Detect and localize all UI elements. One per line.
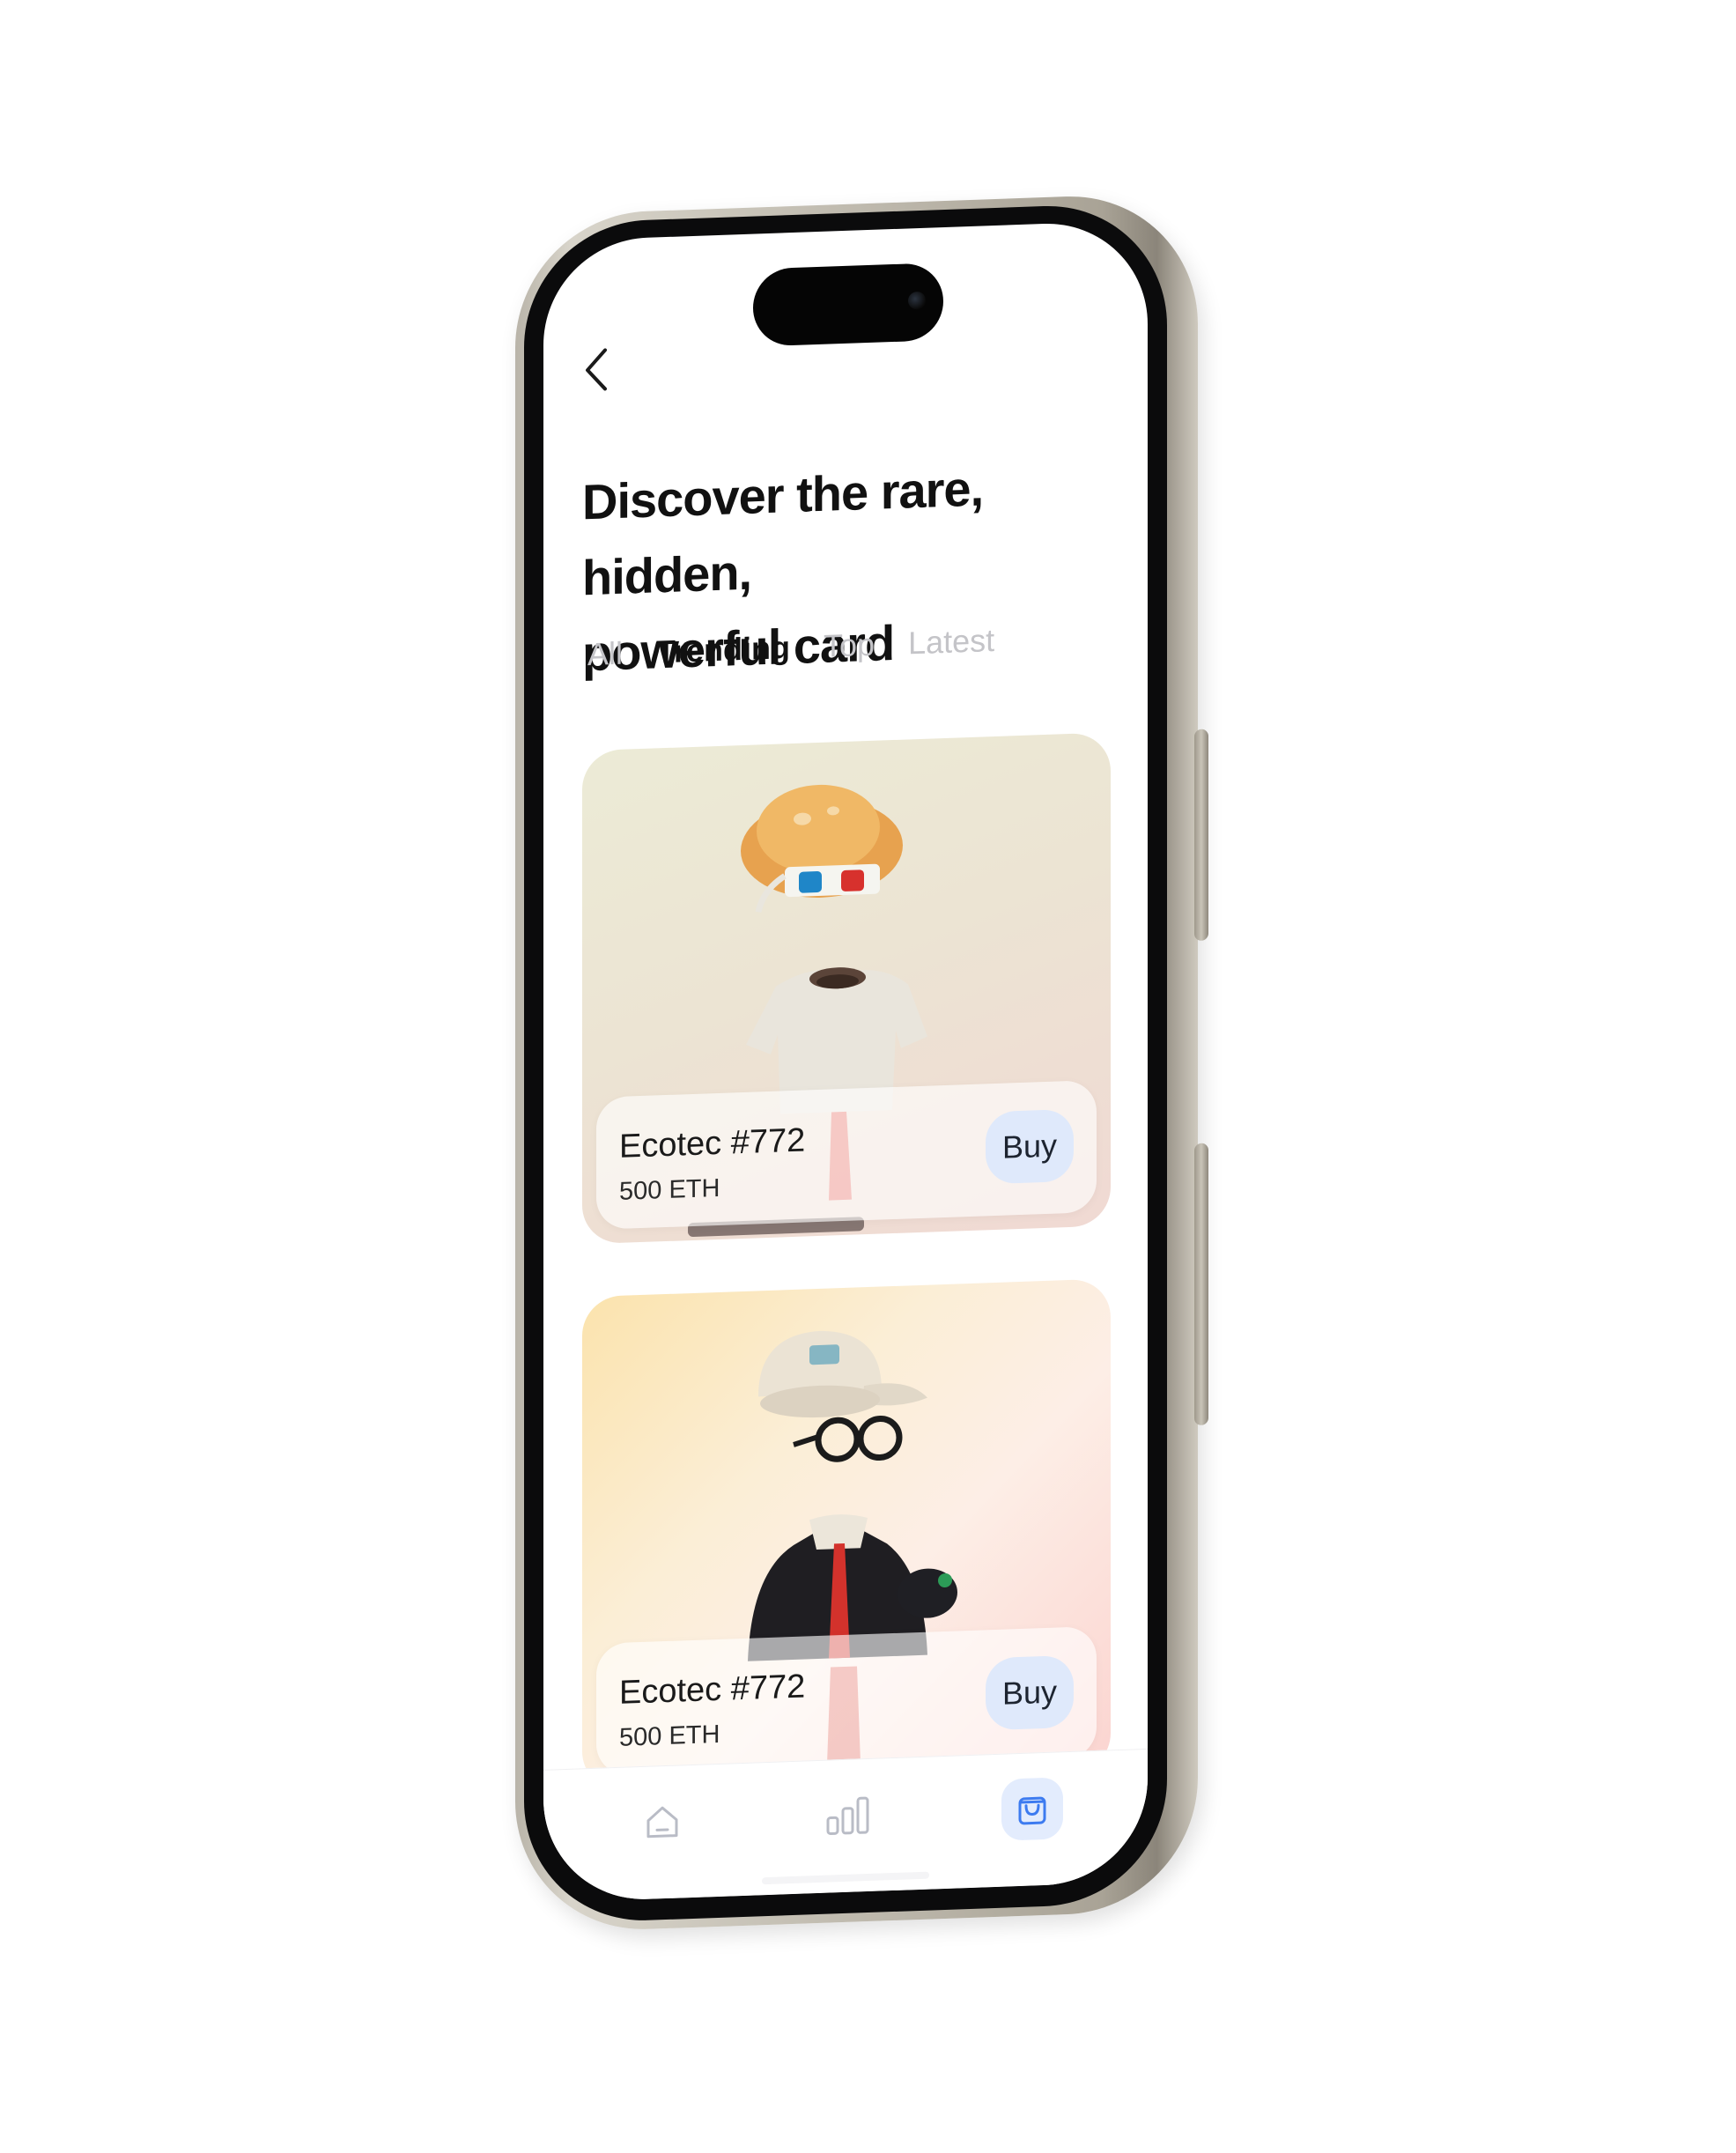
dynamic-island — [753, 263, 943, 347]
shopping-bag-icon — [1018, 1796, 1046, 1825]
bottom-tab-bar — [543, 1748, 1148, 1903]
nft-card[interactable]: Ecotec #772 500 ETH Buy — [582, 1278, 1111, 1791]
home-indicator — [762, 1871, 929, 1885]
back-button[interactable] — [579, 343, 614, 396]
buy-button[interactable]: Buy — [986, 1654, 1074, 1731]
buy-button[interactable]: Buy — [986, 1108, 1074, 1185]
nft-card[interactable]: Ecotec #772 500 ETH Buy — [582, 732, 1111, 1245]
tab-stats[interactable] — [815, 1784, 876, 1847]
side-button — [1194, 729, 1208, 942]
tab-trending[interactable]: Trending — [656, 629, 790, 670]
item-price: 500 ETH — [619, 1720, 720, 1752]
card-info-bar: Ecotec #772 500 ETH Buy — [596, 1079, 1097, 1230]
chevron-left-icon — [586, 348, 607, 391]
product-mockup-stage: Discover the rare, hidden, powerful card… — [0, 0, 1736, 2153]
phone-screen: Discover the rare, hidden, powerful card… — [543, 219, 1148, 1903]
item-name: Ecotec #772 — [619, 1121, 806, 1165]
page-title-line-1: Discover the rare, hidden, — [582, 460, 984, 606]
home-icon — [646, 1806, 678, 1839]
front-camera-icon — [908, 291, 926, 310]
tab-top[interactable]: Top — [824, 626, 875, 665]
item-price: 500 ETH — [619, 1173, 720, 1206]
phone-frame: Discover the rare, hidden, powerful card… — [515, 191, 1208, 1934]
side-button-lower — [1194, 1143, 1208, 1426]
bar-chart-icon — [826, 1796, 869, 1836]
phone-mockup: Discover the rare, hidden, powerful card… — [515, 191, 1208, 1934]
tab-all[interactable]: All — [587, 635, 623, 673]
tab-home[interactable] — [632, 1790, 693, 1853]
tab-latest[interactable]: Latest — [908, 622, 994, 662]
item-name: Ecotec #772 — [619, 1668, 806, 1712]
tab-shop[interactable] — [1001, 1777, 1063, 1841]
